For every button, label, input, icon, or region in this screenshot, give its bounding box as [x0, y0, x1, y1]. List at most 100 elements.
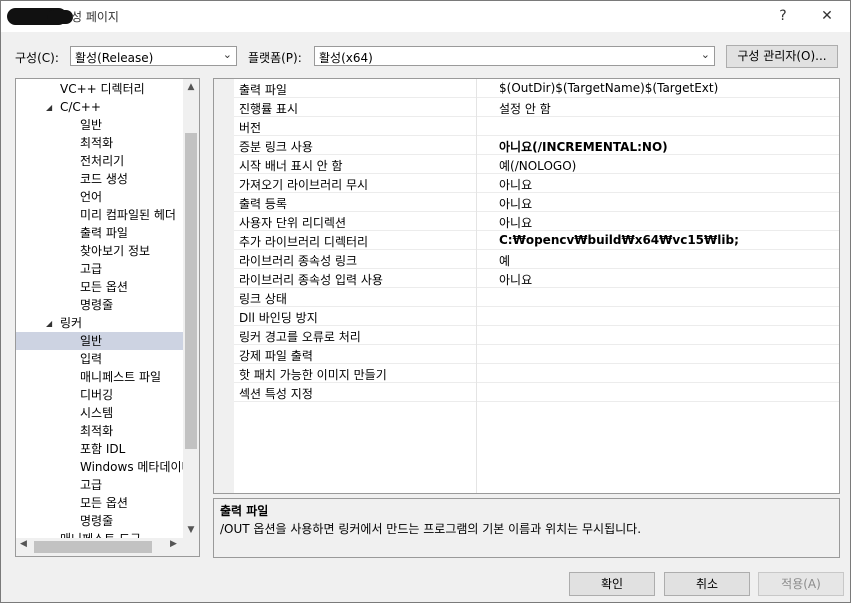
property-value[interactable]: 예(/NOLOGO) — [499, 157, 576, 174]
property-row[interactable]: 진행률 표시 설정 안 함 — [234, 98, 839, 117]
tree-item-label: 고급 — [80, 478, 103, 492]
tree-item[interactable]: 일반 — [16, 116, 184, 134]
configuration-manager-button[interactable]: 구성 관리자(O)... — [726, 45, 838, 68]
property-name: 출력 파일 — [239, 83, 287, 97]
property-value[interactable]: 아니요 — [499, 214, 532, 231]
property-value[interactable]: 아니요 — [499, 271, 532, 288]
tree-horizontal-scrollbar[interactable]: ◀ ▶ — [16, 538, 199, 556]
tree-item[interactable]: 명령줄 — [16, 512, 184, 530]
tree-item[interactable]: 언어 — [16, 188, 184, 206]
property-row[interactable]: 라이브러리 종속성 입력 사용 아니요 — [234, 269, 839, 288]
property-row[interactable]: 증분 링크 사용 아니요(/INCREMENTAL:NO) — [234, 136, 839, 155]
tree-vertical-scrollbar[interactable]: ▲ ▼ — [183, 79, 199, 539]
tree-item-label: 입력 — [80, 352, 103, 366]
property-value[interactable]: 예 — [499, 252, 510, 269]
property-name: 핫 패치 가능한 이미지 만들기 — [239, 368, 387, 382]
tree-item[interactable]: 포함 IDL — [16, 440, 184, 458]
tree-item[interactable]: 매니페스트 파일 — [16, 368, 184, 386]
property-row[interactable]: 추가 라이브러리 디렉터리 C:₩opencv₩build₩x64₩vc15₩li… — [234, 231, 839, 250]
tree-item[interactable]: 출력 파일 — [16, 224, 184, 242]
tree-item-label: 일반 — [80, 334, 103, 348]
tree-item-label: VC++ 디렉터리 — [60, 82, 145, 96]
property-name: 링크 상태 — [239, 292, 287, 306]
property-row[interactable]: 버전 — [234, 117, 839, 136]
tree-item[interactable]: 디버깅 — [16, 386, 184, 404]
expand-arrow-icon[interactable]: ◢ — [46, 99, 52, 117]
platform-label: 플랫폼(P): — [248, 51, 302, 65]
tree-item[interactable]: VC++ 디렉터리 — [16, 80, 184, 98]
property-grid: 출력 파일 $(OutDir)$(TargetName)$(TargetExt) 진… — [213, 78, 840, 494]
scroll-thumb[interactable] — [34, 541, 152, 553]
property-value[interactable]: C:₩opencv₩build₩x64₩vc15₩lib; — [499, 233, 739, 247]
tree-item[interactable]: 찾아보기 정보 — [16, 242, 184, 260]
property-value[interactable]: 아니요 — [499, 195, 532, 212]
property-name: 추가 라이브러리 디렉터리 — [239, 235, 369, 249]
tree-item-label: 디버깅 — [80, 388, 114, 402]
property-value[interactable]: 아니요(/INCREMENTAL:NO) — [499, 138, 668, 155]
tree-list: VC++ 디렉터리 ◢ C/C++ 일반 최적화 전처리기 코드 생성 언어 미리 컴파일된 헤… — [16, 79, 184, 539]
tree-item[interactable]: ◢ 링커 — [16, 314, 184, 332]
window-title: 성 페이지 — [71, 10, 119, 24]
tree-item-label: 시스템 — [80, 406, 114, 420]
tree-item[interactable]: 모든 옵션 — [16, 494, 184, 512]
property-name: 사용자 단위 리디렉션 — [239, 216, 346, 230]
tree-item-label: 일반 — [80, 118, 103, 132]
scroll-left-icon[interactable]: ◀ — [20, 539, 27, 549]
property-row[interactable]: 링커 경고를 오류로 처리 — [234, 326, 839, 345]
scroll-right-icon[interactable]: ▶ — [170, 539, 177, 549]
tree-item[interactable]: 고급 — [16, 476, 184, 494]
chevron-down-icon: ⌄ — [700, 48, 710, 61]
tree-item-label: 찾아보기 정보 — [80, 244, 151, 258]
tree-item[interactable]: 명령줄 — [16, 296, 184, 314]
cancel-button[interactable]: 취소 — [664, 572, 750, 596]
close-button[interactable]: ✕ — [813, 5, 841, 27]
property-row[interactable]: 시작 배너 표시 안 함 예(/NOLOGO) — [234, 155, 839, 174]
property-row[interactable]: 링크 상태 — [234, 288, 839, 307]
tree-item[interactable]: 전처리기 — [16, 152, 184, 170]
tree-item-label: 명령줄 — [80, 298, 114, 312]
property-row[interactable]: 가져오기 라이브러리 무시 아니요 — [234, 174, 839, 193]
tree-item-label: 코드 생성 — [80, 172, 128, 186]
grid-column-divider[interactable] — [476, 79, 477, 493]
tree-item[interactable]: 시스템 — [16, 404, 184, 422]
property-name: 강제 파일 출력 — [239, 349, 313, 363]
property-row[interactable]: 강제 파일 출력 — [234, 345, 839, 364]
tree-item[interactable]: 입력 — [16, 350, 184, 368]
ok-button[interactable]: 확인 — [569, 572, 655, 596]
scroll-down-icon[interactable]: ▼ — [183, 525, 199, 535]
tree-item-label: 모든 옵션 — [80, 496, 128, 510]
property-value[interactable]: 아니요 — [499, 176, 532, 193]
category-tree: VC++ 디렉터리 ◢ C/C++ 일반 최적화 전처리기 코드 생성 언어 미리 컴파일된 헤… — [15, 78, 200, 557]
apply-button[interactable]: 적용(A) — [758, 572, 844, 596]
tree-item[interactable]: 최적화 — [16, 422, 184, 440]
tree-item[interactable]: 미리 컴파일된 헤더 — [16, 206, 184, 224]
property-value[interactable]: 설정 안 함 — [499, 100, 551, 117]
tree-item[interactable]: Windows 메타데이터 — [16, 458, 184, 476]
tree-item[interactable]: 코드 생성 — [16, 170, 184, 188]
property-name: 섹션 특성 지정 — [239, 387, 313, 401]
platform-dropdown[interactable]: 활성(x64) ⌄ — [314, 46, 715, 66]
tree-item-label: 최적화 — [80, 424, 114, 438]
property-row[interactable]: 사용자 단위 리디렉션 아니요 — [234, 212, 839, 231]
scroll-up-icon[interactable]: ▲ — [183, 82, 199, 92]
property-name: 라이브러리 종속성 링크 — [239, 254, 358, 268]
property-name: 증분 링크 사용 — [239, 140, 313, 154]
property-row[interactable]: Dll 바인딩 방지 — [234, 307, 839, 326]
tree-item[interactable]: 고급 — [16, 260, 184, 278]
tree-item[interactable]: 최적화 — [16, 134, 184, 152]
chevron-down-icon: ⌄ — [222, 48, 232, 61]
property-row[interactable]: 핫 패치 가능한 이미지 만들기 — [234, 364, 839, 383]
configuration-dropdown[interactable]: 활성(Release) ⌄ — [70, 46, 237, 66]
property-row[interactable]: 섹션 특성 지정 — [234, 383, 839, 402]
description-title: 출력 파일 — [220, 504, 269, 518]
tree-item[interactable]: ◢ C/C++ — [16, 98, 184, 116]
property-row[interactable]: 출력 파일 $(OutDir)$(TargetName)$(TargetExt) — [234, 79, 839, 98]
property-row[interactable]: 라이브러리 종속성 링크 예 — [234, 250, 839, 269]
property-row[interactable]: 출력 등록 아니요 — [234, 193, 839, 212]
tree-item[interactable]: 모든 옵션 — [16, 278, 184, 296]
expand-arrow-icon[interactable]: ◢ — [46, 315, 52, 333]
scroll-thumb[interactable] — [185, 133, 197, 449]
help-button[interactable]: ? — [769, 5, 797, 27]
property-value[interactable]: $(OutDir)$(TargetName)$(TargetExt) — [499, 81, 718, 95]
tree-item[interactable]: 일반 — [16, 332, 184, 350]
